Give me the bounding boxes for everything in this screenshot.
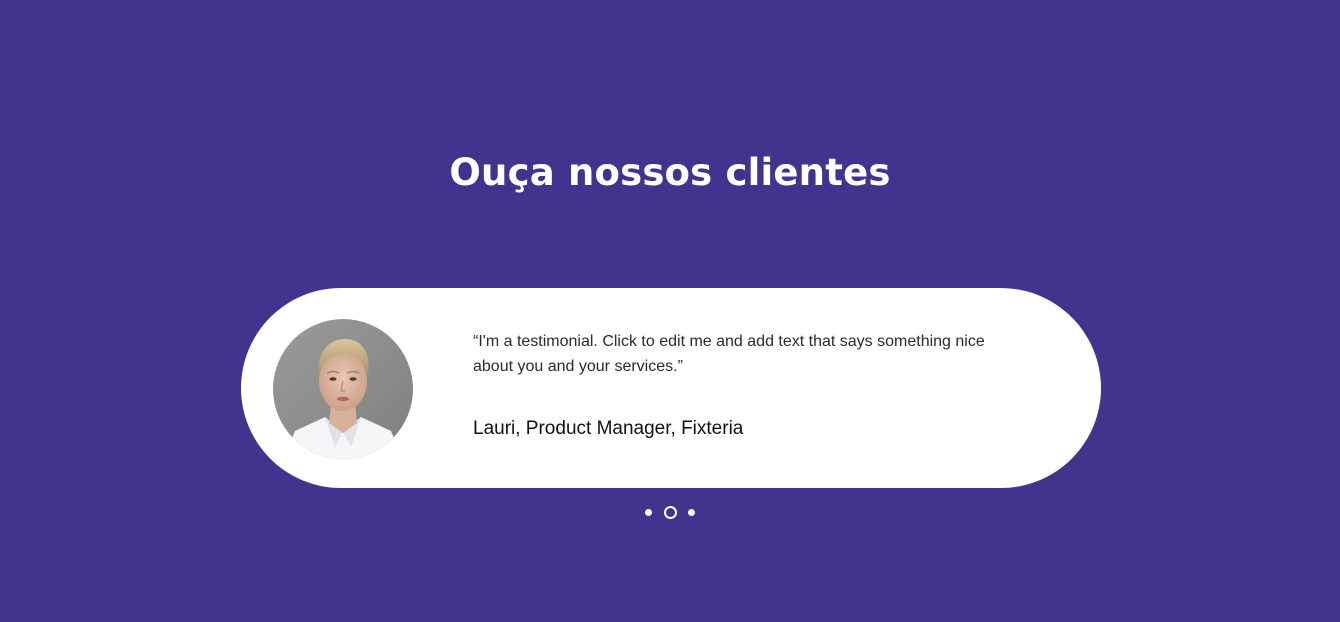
slider-pagination [641, 505, 701, 521]
slide-dot-2-active[interactable] [664, 506, 677, 519]
testimonial-author: Lauri, Product Manager, Fixteria [473, 418, 744, 439]
testimonial-card: “I'm a testimonial. Click to edit me and… [241, 288, 1101, 488]
slide-dot-3[interactable] [688, 509, 695, 516]
slide-dot-1[interactable] [645, 509, 652, 516]
testimonial-quote: “I'm a testimonial. Click to edit me and… [473, 333, 985, 375]
section-title: Ouça nossos clientes [449, 150, 891, 194]
avatar [273, 319, 413, 459]
avatar-portrait-image [273, 319, 413, 459]
testimonials-section: Ouça nossos clientes “I'm a testimonial.… [0, 0, 1340, 622]
